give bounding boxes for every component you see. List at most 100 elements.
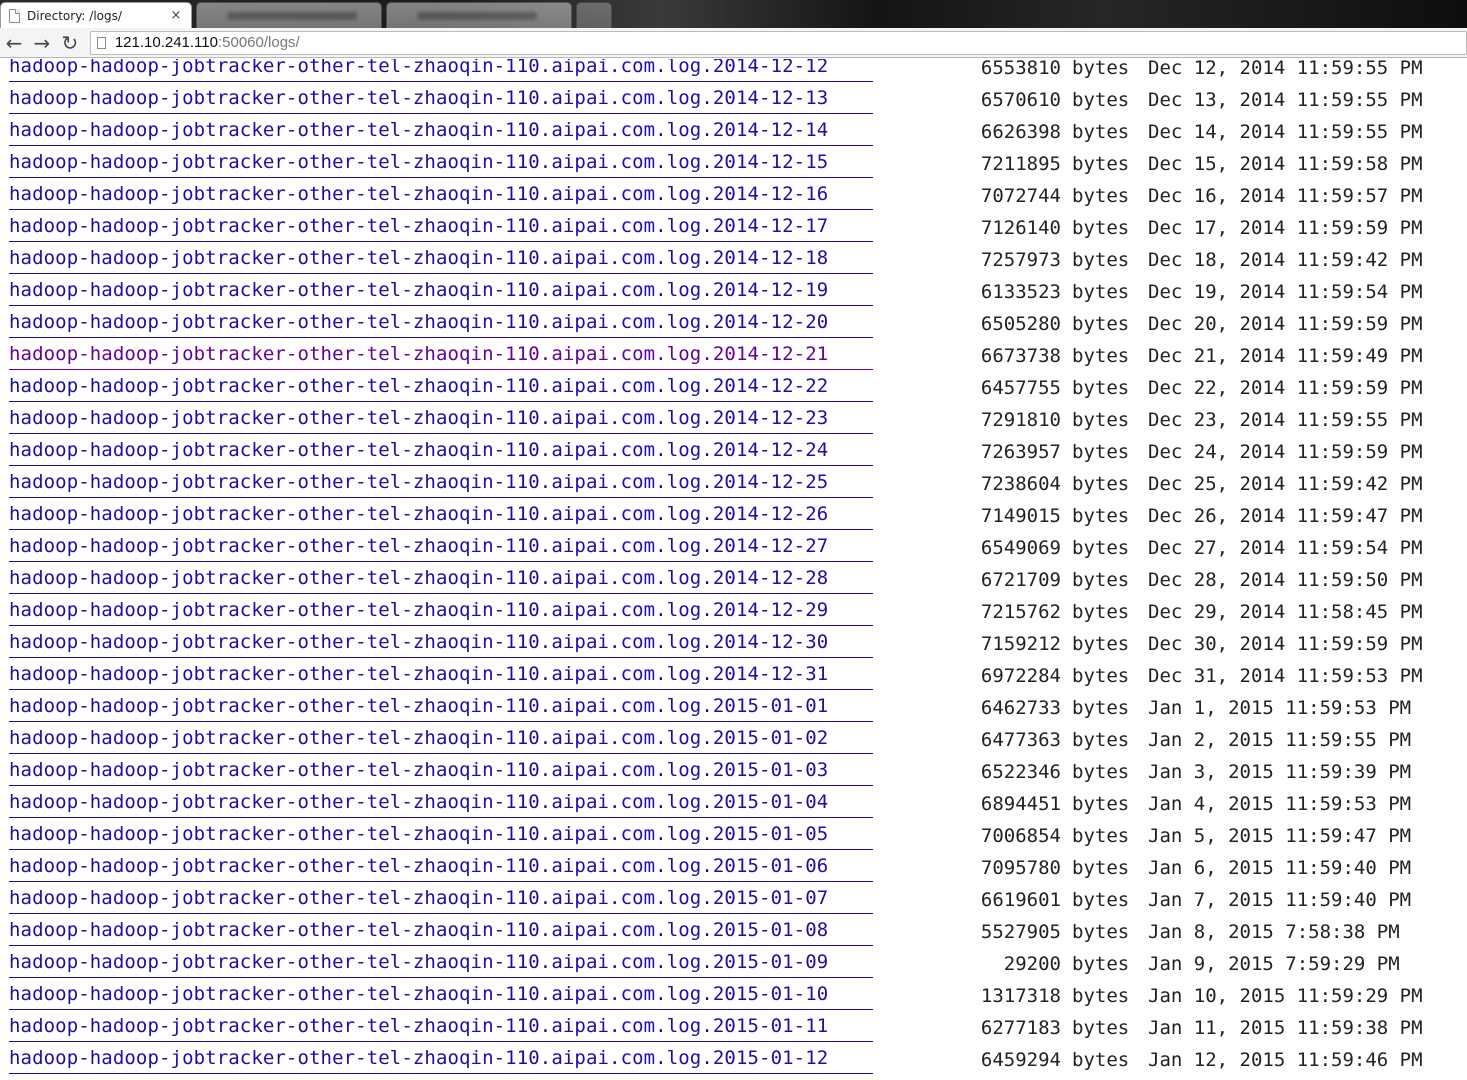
address-bar[interactable]: 121.10.241.110:50060/logs/ [89, 30, 1467, 55]
file-link[interactable]: hadoop-hadoop-jobtracker-other-tel-zhaoq… [9, 500, 873, 530]
file-link[interactable]: hadoop-hadoop-jobtracker-other-tel-zhaoq… [9, 1044, 873, 1074]
size-unit: bytes [1072, 473, 1130, 495]
list-item: hadoop-hadoop-jobtracker-other-tel-zhaoq… [0, 628, 1467, 660]
file-link[interactable]: hadoop-hadoop-jobtracker-other-tel-zhaoq… [9, 532, 873, 562]
file-size: 6570610 [980, 89, 1061, 111]
file-link[interactable]: hadoop-hadoop-jobtracker-other-tel-zhaoq… [9, 820, 873, 850]
file-size: 6277183 [980, 1017, 1061, 1039]
modified-date: Jan 13, 2015 11:59:52 PM [1148, 1076, 1423, 1080]
list-item: hadoop-hadoop-jobtracker-other-tel-zhaoq… [0, 916, 1467, 948]
file-link[interactable]: hadoop-hadoop-jobtracker-other-tel-zhaoq… [9, 916, 873, 946]
file-link[interactable]: hadoop-hadoop-jobtracker-other-tel-zhaoq… [9, 788, 873, 818]
arrow-right-icon: → [33, 30, 51, 55]
modified-date: Dec 28, 2014 11:59:50 PM [1148, 569, 1423, 591]
file-link[interactable]: hadoop-hadoop-jobtracker-other-tel-zhaoq… [9, 308, 873, 338]
size-unit: bytes [1072, 889, 1130, 911]
file-size: 6626398 [980, 121, 1061, 143]
file-size: 7072744 [980, 185, 1061, 207]
size-unit: bytes [1072, 633, 1130, 655]
size-unit: bytes [1072, 1049, 1130, 1071]
file-link[interactable]: hadoop-hadoop-jobtracker-other-tel-zhaoq… [9, 148, 873, 178]
file-size: 7006854 [980, 825, 1061, 847]
file-link[interactable]: hadoop-hadoop-jobtracker-other-tel-zhaoq… [9, 468, 873, 498]
file-link[interactable]: hadoop-hadoop-jobtracker-other-tel-zhaoq… [9, 564, 873, 594]
file-link[interactable]: hadoop-hadoop-jobtracker-other-tel-zhaoq… [9, 660, 873, 690]
file-link[interactable]: hadoop-hadoop-jobtracker-other-tel-zhaoq… [9, 372, 873, 402]
tab-background-2[interactable] [386, 2, 572, 28]
close-icon[interactable]: × [169, 8, 183, 23]
file-size: 29200 [1003, 953, 1061, 975]
file-link[interactable]: hadoop-hadoop-jobtracker-other-tel-zhaoq… [9, 276, 873, 306]
size-unit: bytes [1072, 601, 1130, 623]
size-unit: bytes [1072, 921, 1130, 943]
list-item: hadoop-hadoop-jobtracker-other-tel-zhaoq… [0, 372, 1467, 404]
list-item: hadoop-hadoop-jobtracker-other-tel-zhaoq… [0, 788, 1467, 820]
file-size: 6894451 [980, 793, 1061, 815]
file-size: 5527905 [980, 921, 1061, 943]
size-unit: bytes [1072, 313, 1130, 335]
file-link[interactable]: hadoop-hadoop-jobtracker-other-tel-zhaoq… [9, 212, 873, 242]
file-link[interactable]: hadoop-hadoop-jobtracker-other-tel-zhaoq… [9, 404, 873, 434]
list-item: hadoop-hadoop-jobtracker-other-tel-zhaoq… [0, 660, 1467, 692]
file-link[interactable]: hadoop-hadoop-jobtracker-other-tel-zhaoq… [9, 1012, 873, 1042]
file-link[interactable]: hadoop-hadoop-jobtracker-other-tel-zhaoq… [9, 436, 873, 466]
list-item: hadoop-hadoop-jobtracker-other-tel-zhaoq… [0, 180, 1467, 212]
list-item: hadoop-hadoop-jobtracker-other-tel-zhaoq… [0, 596, 1467, 628]
modified-date: Dec 30, 2014 11:59:59 PM [1148, 633, 1423, 655]
file-link[interactable]: hadoop-hadoop-jobtracker-other-tel-zhaoq… [9, 340, 873, 370]
file-size: 7238604 [980, 473, 1061, 495]
file-size: 6549069 [980, 537, 1061, 559]
directory-listing: hadoop-hadoop-jobtracker-other-tel-zhaoq… [0, 59, 1467, 1080]
file-size: 7149015 [980, 505, 1061, 527]
modified-date: Jan 8, 2015 7:58:38 PM [1148, 921, 1400, 943]
modified-date: Dec 15, 2014 11:59:58 PM [1148, 153, 1423, 175]
file-link[interactable]: hadoop-hadoop-jobtracker-other-tel-zhaoq… [9, 596, 873, 626]
file-link[interactable]: hadoop-hadoop-jobtracker-other-tel-zhaoq… [9, 59, 873, 82]
reload-icon: ↻ [61, 30, 79, 55]
size-unit: bytes [1072, 953, 1130, 975]
file-link[interactable]: hadoop-hadoop-jobtracker-other-tel-zhaoq… [9, 884, 873, 914]
file-link[interactable]: hadoop-hadoop-jobtracker-other-tel-zhaoq… [9, 628, 873, 658]
file-link[interactable]: hadoop-hadoop-jobtracker-other-tel-zhaoq… [9, 852, 873, 882]
file-link[interactable]: hadoop-hadoop-jobtracker-other-tel-zhaoq… [9, 116, 873, 146]
list-item: hadoop-hadoop-jobtracker-other-tel-zhaoq… [0, 244, 1467, 276]
url-host: 121.10.241.110 [114, 34, 218, 51]
size-unit: bytes [1072, 857, 1130, 879]
file-size: 7215762 [980, 601, 1061, 623]
modified-date: Dec 26, 2014 11:59:47 PM [1148, 505, 1423, 527]
reload-button[interactable]: ↻ [56, 29, 84, 57]
modified-date: Dec 17, 2014 11:59:59 PM [1148, 217, 1423, 239]
forward-button[interactable]: → [28, 29, 56, 57]
back-button[interactable]: ← [0, 29, 28, 57]
list-item: hadoop-hadoop-jobtracker-other-tel-zhaoq… [0, 212, 1467, 244]
file-link[interactable]: hadoop-hadoop-jobtracker-other-tel-zhaoq… [9, 180, 873, 210]
size-unit: bytes [1072, 409, 1130, 431]
file-size: 6133523 [980, 281, 1061, 303]
file-size: 7159212 [980, 633, 1061, 655]
file-link[interactable]: hadoop-hadoop-jobtracker-other-tel-zhaoq… [9, 692, 873, 722]
file-size: 7095780 [980, 857, 1061, 879]
modified-date: Dec 31, 2014 11:59:53 PM [1148, 665, 1423, 687]
size-unit: bytes [1072, 505, 1130, 527]
modified-date: Dec 24, 2014 11:59:59 PM [1148, 441, 1423, 463]
modified-date: Dec 20, 2014 11:59:59 PM [1148, 313, 1423, 335]
list-item: hadoop-hadoop-jobtracker-other-tel-zhaoq… [0, 59, 1467, 84]
file-link[interactable]: hadoop-hadoop-jobtracker-other-tel-zhaoq… [9, 1076, 873, 1080]
file-link[interactable]: hadoop-hadoop-jobtracker-other-tel-zhaoq… [9, 724, 873, 754]
file-link[interactable]: hadoop-hadoop-jobtracker-other-tel-zhaoq… [9, 980, 873, 1010]
size-unit: bytes [1072, 185, 1130, 207]
file-size: 6619601 [980, 889, 1061, 911]
modified-date: Dec 25, 2014 11:59:42 PM [1148, 473, 1423, 495]
size-unit: bytes [1072, 825, 1130, 847]
file-link[interactable]: hadoop-hadoop-jobtracker-other-tel-zhaoq… [9, 244, 873, 274]
page-content: hadoop-hadoop-jobtracker-other-tel-zhaoq… [0, 59, 1467, 1080]
tab-directory-logs[interactable]: Directory: /logs/ × [0, 2, 192, 28]
new-tab-button[interactable] [576, 2, 612, 28]
file-link[interactable]: hadoop-hadoop-jobtracker-other-tel-zhaoq… [9, 756, 873, 786]
file-link[interactable]: hadoop-hadoop-jobtracker-other-tel-zhaoq… [9, 948, 873, 978]
file-link[interactable]: hadoop-hadoop-jobtracker-other-tel-zhaoq… [9, 84, 873, 114]
tab-background-1[interactable] [196, 2, 382, 28]
size-unit: bytes [1072, 249, 1130, 271]
size-unit: bytes [1072, 761, 1130, 783]
list-item: hadoop-hadoop-jobtracker-other-tel-zhaoq… [0, 308, 1467, 340]
